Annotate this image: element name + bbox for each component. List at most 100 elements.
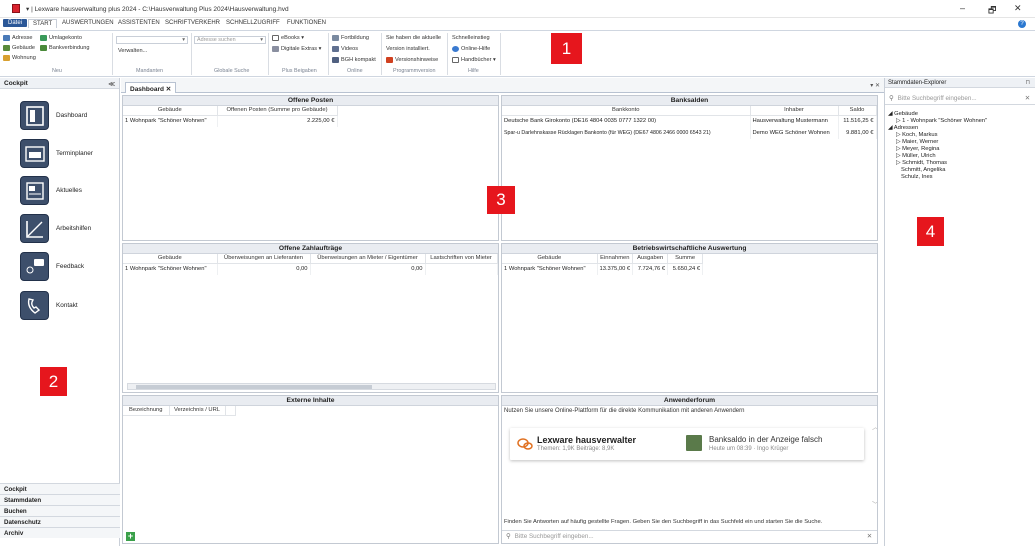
new-umlagekonto-button[interactable]: Umlagekonto [40, 35, 82, 41]
tree-node-person[interactable]: ▷ Müller, Ulrich [888, 153, 987, 160]
versionshinweise-button[interactable]: Versionshinweise [386, 57, 438, 63]
new-apartment-button[interactable]: Wohnung [3, 55, 36, 61]
cockpit-item-terminplaner[interactable]: Terminplaner [20, 138, 116, 168]
tree-node-person[interactable]: ▷ Koch, Markus [888, 132, 987, 139]
group-neu-label: Neu [52, 68, 62, 74]
new-address-button[interactable]: Adresse [3, 35, 33, 41]
clear-icon[interactable]: ✕ [867, 533, 872, 540]
column-header[interactable]: Bankkonto [502, 106, 751, 116]
chart-tool-icon [20, 213, 49, 243]
pane-controls[interactable]: ▾ ✕ [870, 82, 880, 89]
table-row[interactable]: Deutsche Bank Girokonto (DE16 4804 0035 … [502, 115, 877, 127]
help-icon[interactable]: ? [1018, 20, 1026, 28]
nav-stammdaten[interactable]: Stammdaten [0, 494, 120, 505]
table-row[interactable]: 1 Wohnpark "Schöner Wohnen" 2.225,00 € [123, 115, 338, 127]
externe-table: Bezeichnung Verzeichnis / URL [123, 406, 236, 416]
group-programmversion-label: Programmversion [393, 68, 436, 74]
clear-icon[interactable]: ✕ [1025, 95, 1030, 102]
new-bankverbindung-button[interactable]: Bankverbindung [40, 45, 89, 51]
column-header[interactable]: Einnahmen [597, 254, 634, 264]
new-building-button[interactable]: Gebäude [3, 45, 35, 51]
schnelleinstieg-button[interactable]: Schnelleinstieg [452, 35, 490, 41]
nav-datenschutz[interactable]: Datenschutz [0, 516, 120, 527]
mandant-select[interactable]: ▾ [116, 36, 188, 44]
verwalten-button[interactable]: Verwalten... [118, 48, 147, 54]
tab-schnellzugriff[interactable]: SCHNELLZUGRIFF [226, 20, 280, 26]
column-header[interactable]: Gebäude [123, 106, 218, 116]
digitale-extras-button[interactable]: Digitale Extras ▾ [272, 46, 321, 52]
panel-title: Externe Inhalte [123, 396, 498, 406]
column-header[interactable]: Verzeichnis / URL [169, 406, 226, 416]
horizontal-scrollbar[interactable] [127, 383, 496, 390]
column-header[interactable]: Offenen Posten (Summe pro Gebäude) [217, 106, 338, 116]
maximize-button[interactable]: 🗗 [988, 3, 996, 19]
column-header[interactable]: Gebäude [502, 254, 598, 264]
tab-datei[interactable]: Datei [3, 19, 28, 27]
column-header[interactable]: Inhaber [750, 106, 839, 116]
law-icon [332, 57, 339, 63]
tree-node-wohnpark[interactable]: ▷ 1 - Wohnpark "Schöner Wohnen" [888, 118, 987, 125]
videos-button[interactable]: Videos [332, 46, 358, 52]
online-help-button[interactable]: Online-Hilfe [452, 46, 490, 52]
panel-bwa: Betriebswirtschaftliche Auswertung Gebäu… [501, 243, 878, 393]
close-button[interactable]: ✕ [1014, 3, 1022, 14]
tree-node-adressen[interactable]: ◢ Adressen [888, 125, 987, 132]
forum-brand[interactable]: Lexware hausverwalter [537, 435, 636, 445]
nav-archiv[interactable]: Archiv [0, 527, 120, 538]
table-row[interactable]: 1 Wohnpark "Schöner Wohnen" 0,00 0,00 [123, 263, 498, 275]
nav-cockpit[interactable]: Cockpit [0, 483, 120, 494]
scroll-up-icon[interactable]: ︿ [872, 422, 877, 432]
cockpit-item-kontakt[interactable]: Kontakt [20, 290, 116, 320]
column-header[interactable]: Ausgaben [632, 254, 669, 264]
education-icon [332, 35, 339, 41]
explorer-search-input[interactable]: ⚲ Bitte Suchbegriff eingeben... ✕ [885, 93, 1035, 105]
address-search-input[interactable]: Adresse suchen ▾ [194, 36, 266, 44]
scrollbar-thumb[interactable] [136, 385, 372, 389]
tree-node-person[interactable]: ▷ Schmidt, Thomas [888, 160, 987, 167]
collapse-icon[interactable]: ≪ [108, 80, 115, 88]
tab-funktionen[interactable]: FUNKTIONEN [287, 20, 326, 26]
cockpit-item-aktuelles[interactable]: Aktuelles [20, 175, 116, 205]
column-header[interactable]: Summe [667, 254, 704, 264]
scroll-down-icon[interactable]: ﹀ [872, 500, 877, 510]
column-header[interactable]: Bezeichnung [123, 406, 170, 416]
forum-card[interactable]: Lexware hausverwalter Themen: 1,9K Beitr… [510, 428, 864, 460]
tree-node-person[interactable]: ▷ Meyer, Regina [888, 146, 987, 153]
tree-node-person[interactable]: Schulz, Ines [888, 174, 987, 181]
pin-icon[interactable]: ⊓ [1025, 79, 1030, 86]
close-icon[interactable]: ✕ [166, 86, 171, 93]
column-header[interactable]: Lastschriften von Mieter [425, 254, 498, 264]
add-icon[interactable]: + [126, 532, 135, 541]
app-icon[interactable] [12, 4, 20, 13]
forum-search-input[interactable]: ⚲ Bitte Suchbegriff eingeben... ✕ [502, 530, 877, 542]
panel-title: Offene Zahlaufträge [123, 244, 498, 254]
bgh-button[interactable]: BGH kompakt [332, 57, 376, 63]
tab-assistenten[interactable]: ASSISTENTEN [118, 20, 160, 26]
table-row[interactable]: Spar-u Darlehnskasse Rücklagen Bankonto … [502, 127, 877, 139]
nav-buchen[interactable]: Buchen [0, 505, 120, 516]
chat-bubbles-icon [517, 438, 533, 450]
table-row[interactable]: 1 Wohnpark "Schöner Wohnen" 13.375,00 €7.… [502, 263, 704, 275]
fortbildung-button[interactable]: Fortbildung [332, 35, 369, 41]
cockpit-item-arbeitshilfen[interactable]: Arbeitshilfen [20, 213, 116, 243]
column-header[interactable]: Saldo [838, 106, 877, 116]
column-header[interactable]: Überweisungen an Mieter / Eigentümer [310, 254, 426, 264]
cockpit-item-dashboard[interactable]: Dashboard [20, 100, 116, 130]
cockpit-item-feedback[interactable]: Feedback [20, 251, 116, 281]
chevron-down-icon: ▾ [182, 37, 185, 43]
tree-node-person[interactable]: ▷ Maier, Werner [888, 139, 987, 146]
minimize-button[interactable]: – [960, 3, 965, 13]
panel-anwenderforum: Anwenderforum Nutzen Sie unsere Online-P… [501, 395, 878, 544]
column-header[interactable]: Überweisungen an Lieferanten [217, 254, 311, 264]
tree-node-person[interactable]: Schmitt, Angelika [888, 167, 987, 174]
tab-start[interactable]: START [28, 19, 58, 28]
tab-auswertungen[interactable]: AUSWERTUNGEN [62, 20, 114, 26]
tab-schriftverkehr[interactable]: SCHRIFTVERKEHR [165, 20, 220, 26]
explorer-tree: ◢ Gebäude ▷ 1 - Wohnpark "Schöner Wohnen… [888, 111, 987, 181]
tab-dashboard[interactable]: Dashboard ✕ [125, 82, 177, 93]
handbuecher-button[interactable]: Handbücher ▾ [452, 57, 496, 63]
column-header[interactable]: Gebäude [123, 254, 218, 264]
ebooks-button[interactable]: eBooks ▾ [272, 35, 304, 41]
tree-node-gebaeude[interactable]: ◢ Gebäude [888, 111, 987, 118]
forum-post-title[interactable]: Banksaldo in der Anzeige falsch [709, 435, 822, 444]
